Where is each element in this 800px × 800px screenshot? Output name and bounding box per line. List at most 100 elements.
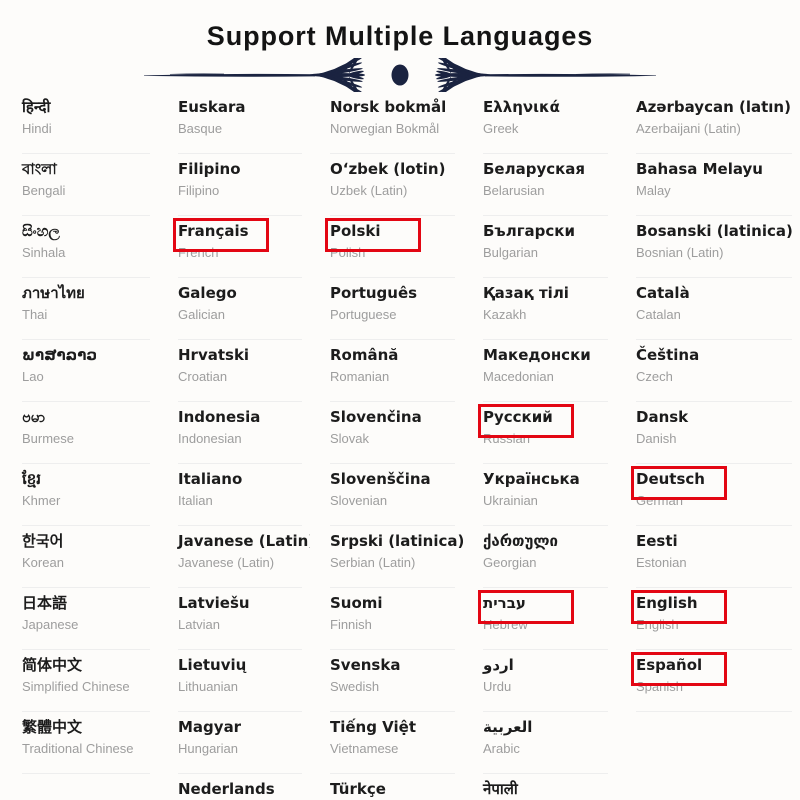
language-native-name: Čeština [636,346,700,364]
language-column-1: हिन्दी Hindi বাংলা Bengali සිංහල Sinhala ภาษาไ… [0,92,158,800]
language-native-name: Magyar [178,718,242,736]
language-item[interactable]: Euskara Basque [158,92,310,154]
language-item[interactable]: Română Romanian [310,340,463,402]
language-native-name: Қазақ тілі [483,284,569,302]
language-item[interactable]: 日本語 Japanese [0,588,158,650]
language-english-name: Bosnian (Latin) [636,245,724,260]
language-native-name: Українська [483,470,580,488]
language-item[interactable]: Galego Galician [158,278,310,340]
language-item[interactable]: Dansk Danish [616,402,800,464]
language-item[interactable]: ພາສາລາວ Lao [0,340,158,402]
language-item[interactable]: Srpski (latinica) Serbian (Latin) [310,526,463,588]
language-english-name: Latvian [178,617,220,632]
language-item[interactable]: Slovenščina Slovenian [310,464,463,526]
language-item[interactable]: Indonesia Indonesian [158,402,310,464]
language-item[interactable]: Български Bulgarian [463,216,616,278]
language-item[interactable]: English English [616,588,800,650]
language-native-name: Deutsch [636,470,705,488]
language-column-2: Euskara Basque Filipino Filipino Français Fre… [158,92,310,800]
language-item[interactable]: Azərbaycan (latın) Azerbaijani (Latin) [616,92,800,154]
language-item[interactable]: नेपालीNepali [463,774,616,800]
language-item[interactable]: ภาษาไทย Thai [0,278,158,340]
language-english-name: Thai [22,307,48,322]
language-english-name: French [178,245,219,260]
language-item[interactable]: বাংলা Bengali [0,154,158,216]
language-item[interactable]: Español Spanish [616,650,800,712]
language-english-name: Javanese (Latin) [178,555,275,570]
language-item[interactable]: العربية Arabic [463,712,616,774]
language-native-name: Português [330,284,418,302]
language-english-name: Traditional Chinese [22,741,134,756]
language-item[interactable]: Bahasa Melayu Malay [616,154,800,216]
language-native-name: Беларуская [483,160,586,178]
language-english-name: Czech [636,369,673,384]
language-native-name: Македонски [483,346,591,364]
language-item[interactable]: 简体中文 Simplified Chinese [0,650,158,712]
language-item[interactable]: ქართული Georgian [463,526,616,588]
language-native-name: ພາສາລາວ [22,346,98,364]
language-native-name: 繁體中文 [22,718,83,736]
language-item[interactable]: Filipino Filipino [158,154,310,216]
language-native-name: ဗမာ [22,408,46,426]
language-native-name: हिन्दी [22,98,51,116]
language-native-name: Galego [178,284,237,302]
language-native-name: Español [636,656,703,674]
language-grid: हिन्दी Hindi বাংলা Bengali සිංහල Sinhala ภาษาไ… [0,92,800,800]
language-item[interactable]: Қазақ тілі Kazakh [463,278,616,340]
language-item[interactable]: Polski Polish [310,216,463,278]
language-item[interactable]: Javanese (Latin) Javanese (Latin) [158,526,310,588]
language-native-name: Svenska [330,656,401,674]
language-item[interactable]: Latviešu Latvian [158,588,310,650]
language-item[interactable]: Eesti Estonian [616,526,800,588]
language-item[interactable]: NederlandsDutch [158,774,310,800]
language-native-name: Hrvatski [178,346,250,364]
language-item[interactable]: Čeština Czech [616,340,800,402]
language-item[interactable]: Македонски Macedonian [463,340,616,402]
language-item[interactable]: Tiếng Việt Vietnamese [310,712,463,774]
language-item[interactable]: Suomi Finnish [310,588,463,650]
language-item[interactable]: Português Portuguese [310,278,463,340]
language-item[interactable]: සිංහල Sinhala [0,216,158,278]
language-english-name: Catalan [636,307,681,322]
language-english-name: Estonian [636,555,687,570]
language-english-name: Kazakh [483,307,527,322]
language-native-name: Suomi [330,594,383,612]
language-item[interactable]: Українська Ukrainian [463,464,616,526]
language-english-name: Swedish [330,679,380,694]
language-english-name: Bulgarian [483,245,538,260]
language-item[interactable]: Hrvatski Croatian [158,340,310,402]
language-item[interactable]: Italiano Italian [158,464,310,526]
language-english-name: Portuguese [330,307,397,322]
language-item[interactable]: Lietuvių Lithuanian [158,650,310,712]
language-native-name: Eesti [636,532,678,550]
language-item[interactable]: Slovenčina Slovak [310,402,463,464]
language-item[interactable]: اردو Urdu [463,650,616,712]
language-native-name: বাংলা [22,160,57,178]
language-english-name: Sinhala [22,245,66,260]
language-item[interactable]: עברית Hebrew [463,588,616,650]
language-item[interactable]: Русский Russian [463,402,616,464]
language-english-name: Simplified Chinese [22,679,130,694]
language-item[interactable]: TürkçeTurkish [310,774,463,800]
language-english-name: Vietnamese [330,741,399,756]
language-native-name: Ελληνικά [483,98,560,116]
language-item[interactable]: Français French [158,216,310,278]
language-item[interactable]: Magyar Hungarian [158,712,310,774]
language-item[interactable]: Deutsch German [616,464,800,526]
language-item[interactable]: हिन्दी Hindi [0,92,158,154]
language-item[interactable]: ខ្មែរ Khmer [0,464,158,526]
language-item[interactable]: Беларуская Belarusian [463,154,616,216]
language-item[interactable]: Bosanski (latinica) Bosnian (Latin) [616,216,800,278]
language-item[interactable]: Oʻzbek (lotin) Uzbek (Latin) [310,154,463,216]
language-native-name: ქართული [483,532,558,550]
language-item[interactable]: ဗမာ Burmese [0,402,158,464]
language-item[interactable]: Ελληνικά Greek [463,92,616,154]
language-item[interactable]: Català Catalan [616,278,800,340]
language-item[interactable]: 한국어 Korean [0,526,158,588]
language-native-name: Filipino [178,160,241,178]
language-item[interactable]: Svenska Swedish [310,650,463,712]
language-native-name: Français [178,222,249,240]
language-native-name: Bosanski (latinica) [636,222,793,240]
language-item[interactable]: Norsk bokmål Norwegian Bokmål [310,92,463,154]
language-item[interactable]: 繁體中文 Traditional Chinese [0,712,158,774]
